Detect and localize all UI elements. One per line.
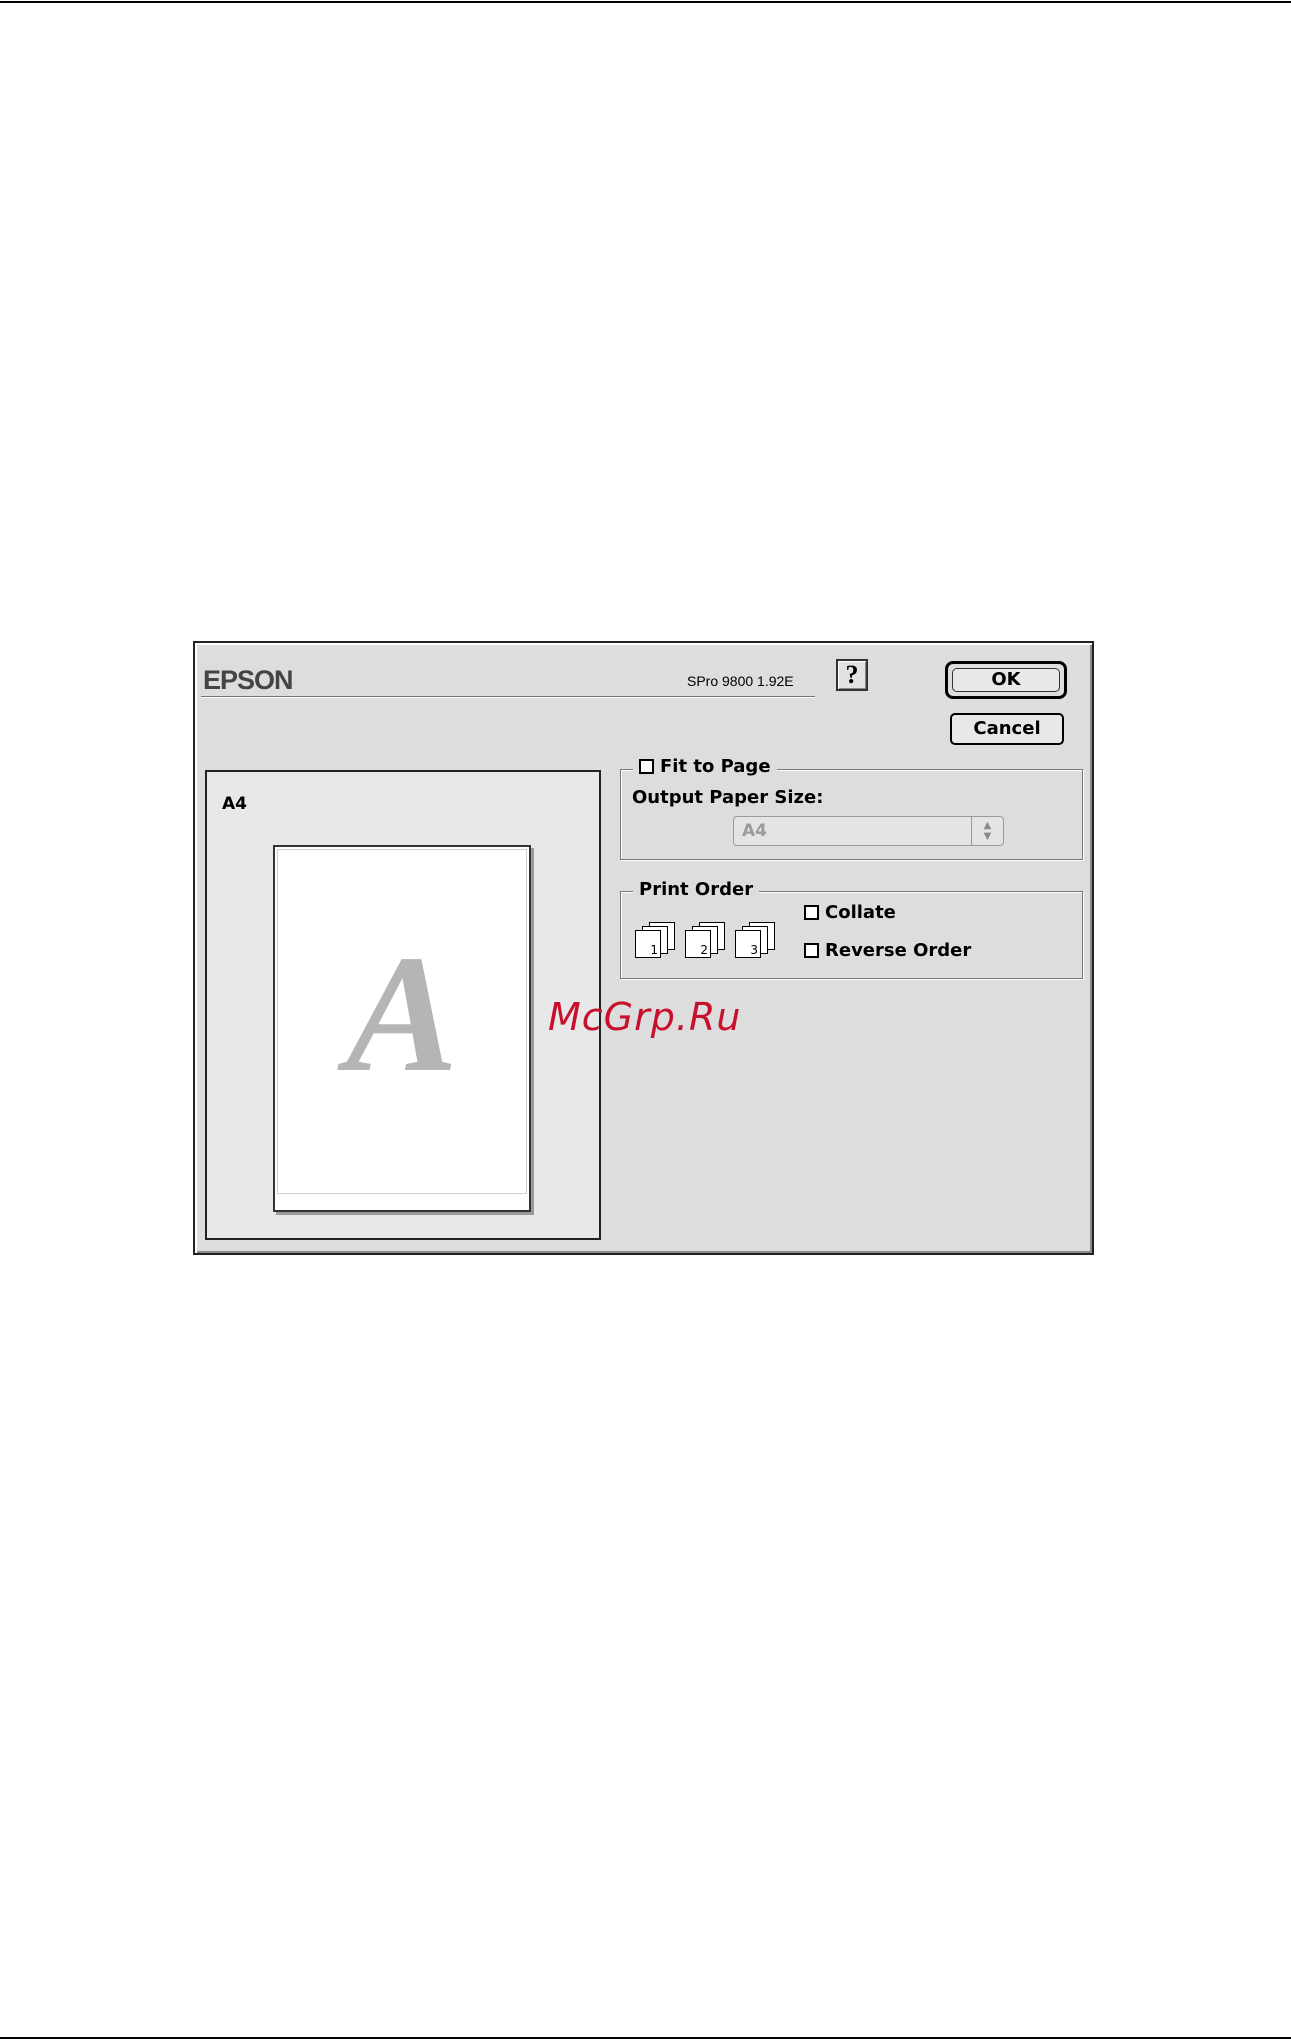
collate-stack-2-icon: 2 (685, 922, 729, 958)
collate-checkbox-box[interactable] (804, 905, 819, 920)
bottom-rule (0, 2037, 1291, 2039)
fit-to-page-group: Fit to Page Output Paper Size: A4 ▲ ▼ (620, 756, 1083, 860)
collate-checkbox[interactable]: Collate (804, 902, 896, 923)
top-rule (0, 1, 1291, 3)
print-order-icons: 1 2 3 (635, 922, 779, 958)
watermark-text: McGrp.Ru (548, 995, 742, 1039)
reverse-order-label: Reverse Order (825, 940, 972, 961)
preview-glyph: A (345, 921, 459, 1107)
epson-logo: EPSON (203, 665, 294, 695)
fit-to-page-label: Fit to Page (660, 756, 771, 777)
print-order-title: Print Order (633, 879, 760, 900)
cancel-button[interactable]: Cancel (950, 713, 1064, 745)
paper-size-label: A4 (222, 794, 247, 814)
header-divider (201, 696, 815, 697)
output-paper-size-select[interactable]: A4 ▲ ▼ (733, 816, 1004, 846)
model-version-label: SPro 9800 1.92E (687, 673, 794, 689)
page-preview-panel: A4 A (205, 770, 601, 1240)
up-down-arrows-icon: ▲ ▼ (971, 817, 1003, 845)
fit-to-page-checkbox-box[interactable] (639, 759, 654, 774)
output-paper-size-value: A4 (742, 821, 767, 841)
help-button[interactable]: ? (836, 659, 868, 691)
ok-button-label: OK (952, 668, 1060, 692)
output-paper-size-label: Output Paper Size: (632, 787, 824, 808)
help-icon: ? (845, 660, 859, 689)
collate-stack-1-icon: 1 (635, 922, 679, 958)
collate-label: Collate (825, 902, 896, 923)
print-order-group: Print Order 1 2 3 Collate Reverse Order (620, 879, 1083, 979)
print-layout-dialog: EPSON SPro 9800 1.92E ? OK Cancel A4 A F… (193, 641, 1094, 1255)
fit-to-page-checkbox[interactable]: Fit to Page (633, 756, 777, 777)
reverse-order-checkbox-box[interactable] (804, 943, 819, 958)
paper-preview: A (273, 845, 531, 1212)
collate-stack-3-icon: 3 (735, 922, 779, 958)
ok-button[interactable]: OK (945, 661, 1067, 699)
reverse-order-checkbox[interactable]: Reverse Order (804, 940, 971, 961)
